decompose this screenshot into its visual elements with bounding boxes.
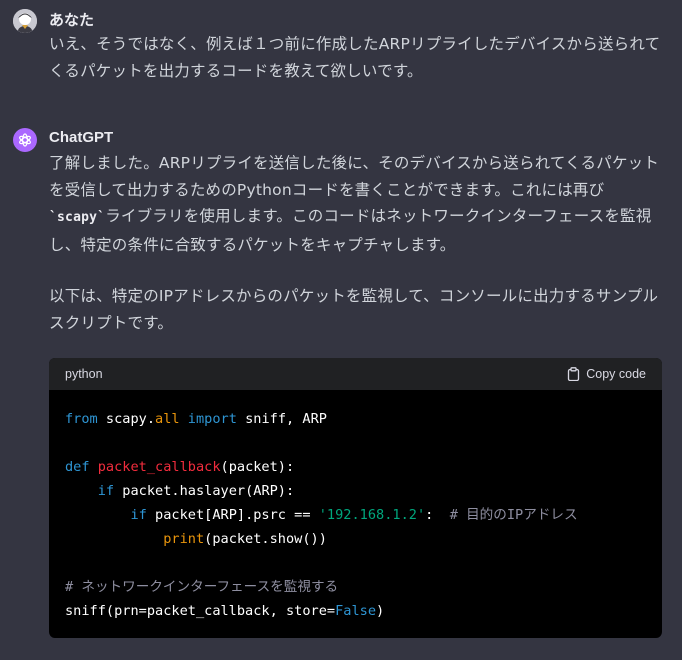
- code-all: all: [155, 411, 180, 427]
- code-module: scapy.: [97, 411, 156, 427]
- code-print: print: [163, 531, 205, 547]
- code-kw-def: def: [65, 459, 90, 475]
- user-author-name: あなた: [49, 12, 95, 29]
- user-message-text: いえ、そうではなく、例えば１つ前に作成したARPリプライしたデバイスから送られて…: [49, 35, 661, 80]
- code-params: (packet):: [220, 459, 295, 475]
- code-cond-2: packet[ARP].psrc ==: [146, 507, 319, 523]
- code-false: False: [335, 603, 376, 619]
- code-print-args: (packet.show()): [204, 531, 327, 547]
- assistant-message: ChatGPT 了解しました。ARPリプライを送信した後に、そのデバイスから送ら…: [0, 118, 682, 660]
- code-colon: :: [425, 507, 450, 523]
- copy-code-label: Copy code: [586, 367, 646, 381]
- code-content: from scapy.all import sniff, ARP def pac…: [49, 390, 662, 638]
- code-cond-1: packet.haslayer(ARP):: [114, 483, 295, 499]
- code-block: python Copy code from scapy.all import s…: [49, 358, 662, 638]
- assistant-paragraph-2: 以下は、特定のIPアドレスからのパケットを監視して、コンソールに出力するサンプル…: [49, 287, 659, 332]
- copy-code-button[interactable]: Copy code: [567, 367, 646, 381]
- chatgpt-logo-icon: [13, 128, 37, 152]
- code-kw-import: import: [187, 411, 237, 427]
- code-close-paren: ): [376, 603, 385, 619]
- user-avatar: [13, 9, 37, 33]
- inline-code-scapy: `scapy`: [49, 210, 106, 225]
- user-message: あなた いえ、そうではなく、例えば１つ前に作成したARPリプライしたデバイスから…: [0, 0, 682, 100]
- code-block-header: python Copy code: [49, 358, 662, 390]
- code-kw-if-2: if: [130, 507, 147, 523]
- assistant-paragraph-1: 了解しました。ARPリプライを送信した後に、そのデバイスから送られてくるパケット…: [49, 150, 669, 258]
- code-sniff-call: sniff(prn=packet_callback, store=: [65, 603, 336, 619]
- code-imports: sniff, ARP: [236, 411, 327, 427]
- assistant-paragraph-1-part2: ライブラリを使用します。このコードはネットワークインターフェースを監視し、特定の…: [49, 207, 652, 254]
- code-kw-if-1: if: [97, 483, 115, 499]
- clipboard-icon: [568, 367, 580, 381]
- assistant-author-name: ChatGPT: [49, 129, 114, 146]
- assistant-paragraph-1-part1: 了解しました。ARPリプライを送信した後に、そのデバイスから送られてくるパケット…: [49, 154, 660, 199]
- code-kw-from: from: [65, 411, 98, 427]
- code-comment-2: # ネットワークインターフェースを監視する: [65, 579, 339, 595]
- code-language-label: python: [65, 367, 103, 381]
- code-string-ip: '192.168.1.2': [318, 507, 426, 523]
- code-func-name: packet_callback: [97, 459, 221, 475]
- code-comment-1: # 目的のIPアドレス: [449, 507, 578, 523]
